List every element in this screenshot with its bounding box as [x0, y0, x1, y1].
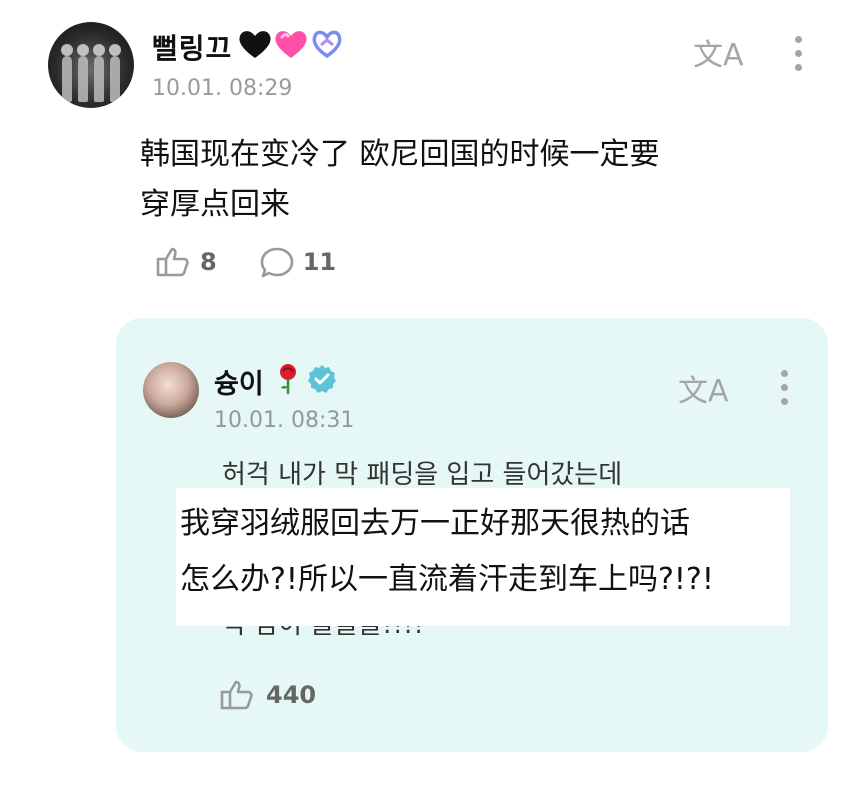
comment-count: 11	[302, 248, 337, 276]
verified-icon	[308, 365, 336, 393]
avatar-figure	[109, 44, 121, 102]
pink-heart-icon	[275, 31, 307, 58]
reply-username[interactable]: 슝이	[214, 362, 264, 401]
avatar-figure	[93, 44, 105, 102]
comment-button[interactable]: 11	[259, 245, 336, 279]
avatar-figure	[61, 44, 73, 102]
reply-badges	[276, 363, 338, 395]
translation-line: 我穿羽绒服回去万一正好那天很热的话	[180, 506, 690, 541]
reply-like-button[interactable]: 440	[216, 678, 316, 712]
rose-icon	[280, 364, 296, 394]
post-timestamp: 10.01. 08:29	[152, 76, 293, 101]
reply-more-options-icon[interactable]	[781, 370, 789, 412]
reply-avatar[interactable]	[143, 362, 199, 418]
translation-overlay: 我穿羽绒服回去万一正好那天很热的话 怎么办?!所以一直流着汗走到车上吗?!?!	[176, 488, 790, 626]
like-icon	[156, 247, 189, 277]
reply-translate-icon[interactable]: 文A	[678, 366, 729, 410]
translation-line: 怎么办?!所以一直流着汗走到车上吗?!?!	[180, 562, 714, 597]
reply-timestamp: 10.01. 08:31	[214, 408, 355, 433]
reply-korean-text: 허걱 내가 막 패딩을 입고 들어갔는데	[222, 460, 623, 490]
avatar[interactable]	[48, 22, 134, 108]
membership-heart-icon	[312, 30, 342, 59]
like-count: 8	[200, 248, 217, 276]
post-text-line: 韩国现在变冷了 欧尼回国的时候一定要	[140, 137, 660, 172]
comment-icon	[260, 247, 294, 278]
like-icon	[220, 680, 253, 710]
more-options-icon[interactable]	[795, 36, 803, 78]
post-username[interactable]: 뻘링끄	[152, 27, 232, 67]
like-button[interactable]: 8	[152, 245, 217, 279]
translate-icon[interactable]: 文A	[693, 30, 744, 74]
post-text-line: 穿厚点回来	[140, 187, 290, 222]
post-reactions: 8 11	[152, 245, 336, 279]
reply-like-count: 440	[266, 681, 317, 709]
profile-badges	[238, 28, 344, 60]
black-heart-icon	[239, 31, 271, 58]
post-body: 韩国现在变冷了 欧尼回国的时候一定要 穿厚点回来	[140, 130, 780, 230]
avatar-figure	[77, 44, 89, 102]
